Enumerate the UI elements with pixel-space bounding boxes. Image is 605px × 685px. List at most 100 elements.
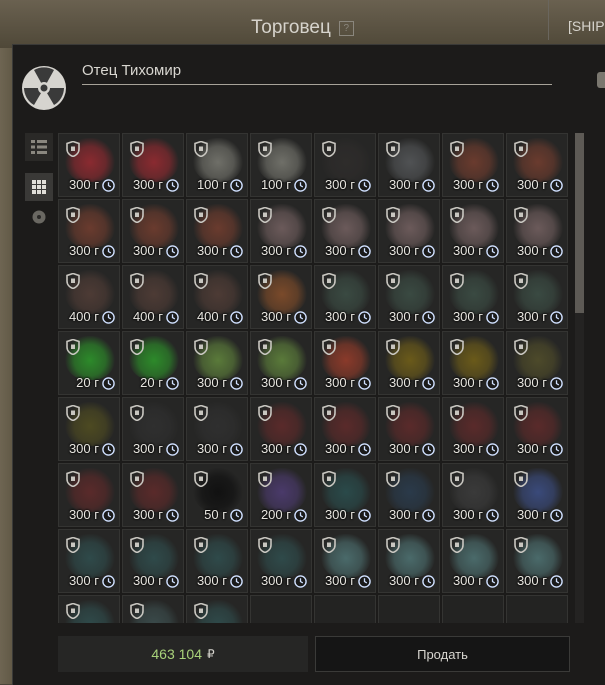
clock-icon — [486, 311, 499, 324]
shield-icon — [194, 273, 208, 289]
clock-icon — [422, 575, 435, 588]
item-slot[interactable]: 300 г — [442, 199, 504, 263]
item-slot[interactable]: 300 г — [122, 529, 184, 593]
clock-icon — [294, 509, 307, 522]
item-slot[interactable]: 300 г — [250, 529, 312, 593]
item-slot[interactable]: 300 г — [378, 331, 440, 395]
item-slot[interactable]: 300 г — [314, 199, 376, 263]
item-slot[interactable]: 300 г — [506, 265, 568, 329]
shield-icon — [450, 471, 464, 487]
item-slot[interactable]: 300 г — [314, 397, 376, 461]
shield-icon — [514, 405, 528, 421]
item-slot[interactable]: 300 г — [314, 331, 376, 395]
artifact-filter-button[interactable] — [25, 203, 53, 231]
item-slot[interactable]: 300 г — [58, 133, 120, 197]
item-slot[interactable]: 300 г — [378, 529, 440, 593]
clock-icon — [166, 179, 179, 192]
item-slot[interactable]: 300 г — [58, 397, 120, 461]
item-price: 300 г — [324, 375, 355, 390]
item-slot[interactable]: 300 г — [250, 199, 312, 263]
clock-icon — [230, 377, 243, 390]
item-slot[interactable]: 100 г — [186, 133, 248, 197]
item-slot[interactable]: 300 г — [186, 199, 248, 263]
scrollbar-thumb[interactable] — [575, 133, 584, 313]
item-slot[interactable]: 300 г — [442, 133, 504, 197]
item-slot[interactable]: 300 г — [314, 529, 376, 593]
item-slot[interactable]: 300 г — [58, 529, 120, 593]
clock-icon — [230, 311, 243, 324]
item-slot[interactable]: 300 г — [442, 265, 504, 329]
item-slot[interactable] — [186, 595, 248, 623]
sell-button[interactable]: Продать — [315, 636, 570, 672]
item-slot[interactable]: 300 г — [314, 133, 376, 197]
item-slot[interactable]: 300 г — [122, 199, 184, 263]
item-slot[interactable]: 300 г — [506, 529, 568, 593]
item-slot[interactable]: 300 г — [378, 265, 440, 329]
clock-icon — [166, 245, 179, 258]
item-slot[interactable]: 300 г — [506, 397, 568, 461]
radiation-logo-icon — [22, 66, 66, 110]
item-slot[interactable]: 300 г — [58, 463, 120, 527]
help-icon[interactable]: ? — [338, 21, 354, 36]
item-price: 300 г — [516, 573, 547, 588]
clock-icon — [294, 311, 307, 324]
item-slot[interactable]: 300 г — [442, 463, 504, 527]
item-slot[interactable]: 300 г — [506, 331, 568, 395]
side-panel-handle[interactable] — [597, 72, 605, 88]
item-slot[interactable]: 300 г — [186, 397, 248, 461]
item-price: 300 г — [516, 309, 547, 324]
clock-icon — [422, 377, 435, 390]
item-price: 200 г — [260, 507, 291, 522]
item-slot[interactable]: 20 г — [58, 331, 120, 395]
item-slot[interactable]: 300 г — [378, 463, 440, 527]
item-slot[interactable]: 300 г — [186, 331, 248, 395]
item-slot[interactable]: 300 г — [506, 463, 568, 527]
shield-icon — [322, 339, 336, 355]
item-grid: 300 г 300 г 100 г 100 г 300 г 300 г 300 г 300 г… — [58, 133, 570, 623]
item-slot[interactable]: 300 г — [506, 199, 568, 263]
item-slot[interactable]: 300 г — [122, 463, 184, 527]
item-slot[interactable]: 300 г — [442, 331, 504, 395]
item-slot[interactable]: 300 г — [186, 529, 248, 593]
list-view-button[interactable] — [25, 133, 53, 161]
item-price: 300 г — [132, 507, 163, 522]
item-slot[interactable]: 400 г — [122, 265, 184, 329]
item-slot[interactable]: 300 г — [442, 529, 504, 593]
tab-ship[interactable]: [SHIP — [568, 18, 605, 34]
item-slot[interactable]: 300 г — [314, 463, 376, 527]
item-slot[interactable]: 100 г — [250, 133, 312, 197]
name-underline — [82, 84, 552, 85]
item-slot[interactable]: 300 г — [122, 133, 184, 197]
shield-icon — [194, 537, 208, 553]
clock-icon — [422, 311, 435, 324]
grid-view-button[interactable] — [25, 173, 53, 201]
item-slot[interactable]: 50 г — [186, 463, 248, 527]
item-slot[interactable]: 300 г — [506, 133, 568, 197]
item-slot[interactable]: 20 г — [122, 331, 184, 395]
item-slot[interactable]: 300 г — [442, 397, 504, 461]
item-slot[interactable] — [122, 595, 184, 623]
item-slot[interactable]: 300 г — [58, 199, 120, 263]
item-slot[interactable]: 300 г — [250, 265, 312, 329]
item-slot[interactable]: 300 г — [122, 397, 184, 461]
clock-icon — [486, 575, 499, 588]
shield-icon — [66, 603, 80, 619]
item-slot[interactable]: 400 г — [186, 265, 248, 329]
item-slot[interactable] — [58, 595, 120, 623]
item-price: 300 г — [68, 243, 99, 258]
shield-icon — [66, 537, 80, 553]
item-slot[interactable]: 300 г — [250, 397, 312, 461]
item-slot[interactable]: 300 г — [378, 199, 440, 263]
item-slot[interactable]: 400 г — [58, 265, 120, 329]
item-price: 300 г — [68, 441, 99, 456]
clock-icon — [294, 179, 307, 192]
shield-icon — [258, 141, 272, 157]
item-price: 300 г — [516, 441, 547, 456]
item-slot[interactable]: 300 г — [378, 133, 440, 197]
item-slot[interactable]: 300 г — [250, 331, 312, 395]
item-price: 300 г — [324, 573, 355, 588]
item-slot[interactable]: 200 г — [250, 463, 312, 527]
shield-icon — [386, 339, 400, 355]
item-slot[interactable]: 300 г — [314, 265, 376, 329]
item-slot[interactable]: 300 г — [378, 397, 440, 461]
